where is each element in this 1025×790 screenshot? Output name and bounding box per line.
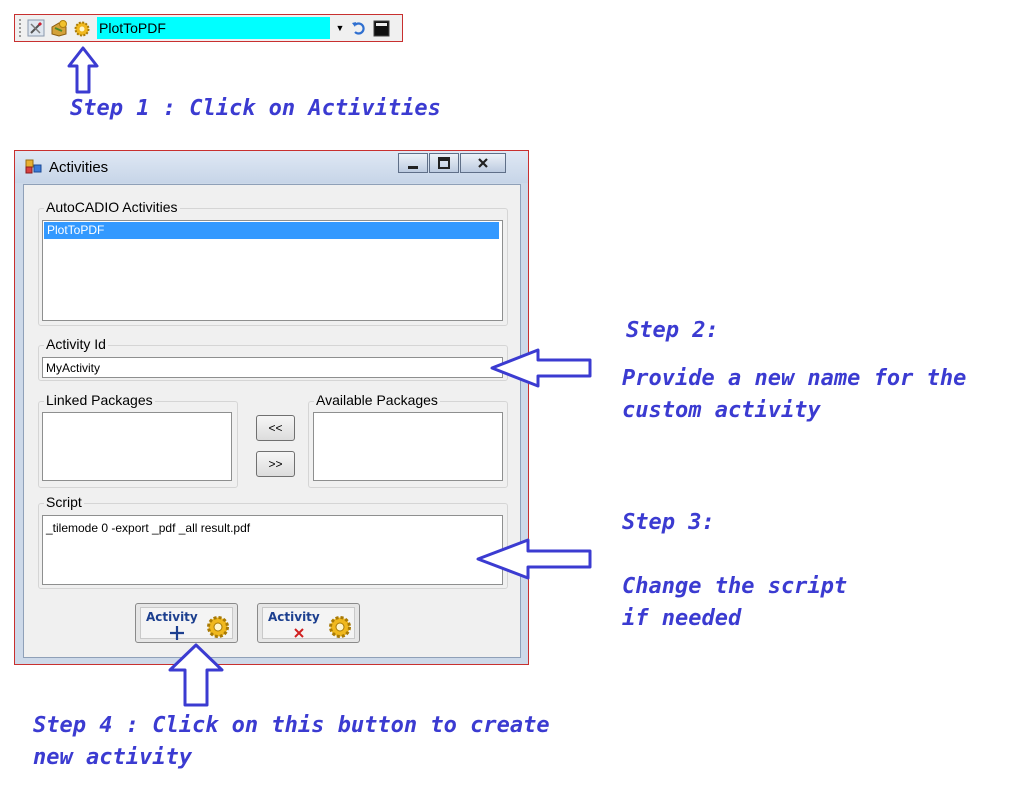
create-activity-button-label: Activity <box>146 610 198 624</box>
plus-icon <box>170 626 184 640</box>
delete-x-icon <box>294 628 304 638</box>
linked-packages-list[interactable] <box>42 412 232 481</box>
step2-left-arrow <box>490 348 592 388</box>
window-title: Activities <box>49 159 109 176</box>
linked-packages-label: Linked Packages <box>44 392 155 408</box>
step2-title: Step 2: <box>626 318 719 343</box>
step3-line2: if needed <box>622 606 742 631</box>
step3-title: Step 3: <box>622 510 715 535</box>
delete-activity-button[interactable]: Activity <box>257 603 360 643</box>
chevron-down-icon[interactable]: ▼ <box>333 19 347 37</box>
step3-left-arrow <box>476 538 592 580</box>
step2-line2: custom activity <box>622 398 821 423</box>
activities-group-label: AutoCADIO Activities <box>44 199 180 215</box>
script-textarea[interactable]: _tilemode 0 -export _pdf _all result.pdf <box>42 515 503 585</box>
move-right-button[interactable]: >> <box>256 451 295 477</box>
app-icon <box>25 159 43 180</box>
delete-activity-button-label: Activity <box>268 610 320 624</box>
activities-listbox[interactable]: PlotToPDF <box>42 220 503 321</box>
delete-activity-button-face: Activity <box>262 607 355 639</box>
create-activity-button-face: Activity <box>140 607 233 640</box>
step1-annotation: Step 1 : Click on Activities <box>70 96 441 121</box>
script-label: Script <box>44 494 84 510</box>
list-item[interactable]: PlotToPDF <box>44 222 499 239</box>
minimize-icon[interactable] <box>398 153 428 173</box>
step1-up-arrow <box>67 46 99 94</box>
step2-line1: Provide a new name for the <box>622 366 967 391</box>
settings-tools-icon[interactable] <box>26 18 46 38</box>
activities-gear-icon[interactable] <box>72 18 92 38</box>
script-value: _tilemode 0 -export _pdf _all result.pdf <box>46 521 251 535</box>
step4-line2: new activity <box>33 745 192 770</box>
package-icon[interactable] <box>49 18 69 38</box>
activity-id-label: Activity Id <box>44 336 108 352</box>
available-packages-label: Available Packages <box>314 392 440 408</box>
close-icon[interactable] <box>460 153 506 173</box>
window-titlebar[interactable]: Activities <box>15 151 528 183</box>
step3-line1: Change the script <box>622 574 848 599</box>
gear-icon <box>207 616 229 638</box>
window-client-area: AutoCADIO Activities PlotToPDF Activity … <box>23 184 521 658</box>
activities-window: Activities AutoCADIO Activities PlotToPD… <box>14 150 529 665</box>
activity-id-value: MyActivity <box>46 361 100 375</box>
maximize-icon[interactable] <box>429 153 459 173</box>
undo-icon[interactable] <box>348 18 368 38</box>
gear-icon <box>329 616 351 638</box>
available-packages-list[interactable] <box>313 412 503 481</box>
main-toolbar: PlotToPDF ▼ <box>14 14 403 42</box>
create-activity-button[interactable]: Activity <box>135 603 238 643</box>
activity-selector-combo[interactable]: PlotToPDF <box>97 17 330 39</box>
toolbar-grip[interactable] <box>19 19 23 37</box>
activity-id-input[interactable]: MyActivity <box>42 357 503 378</box>
step4-up-arrow <box>168 643 224 707</box>
step4-line1: Step 4 : Click on this button to create <box>33 713 550 738</box>
console-icon[interactable] <box>371 18 391 38</box>
move-left-button[interactable]: << <box>256 415 295 441</box>
